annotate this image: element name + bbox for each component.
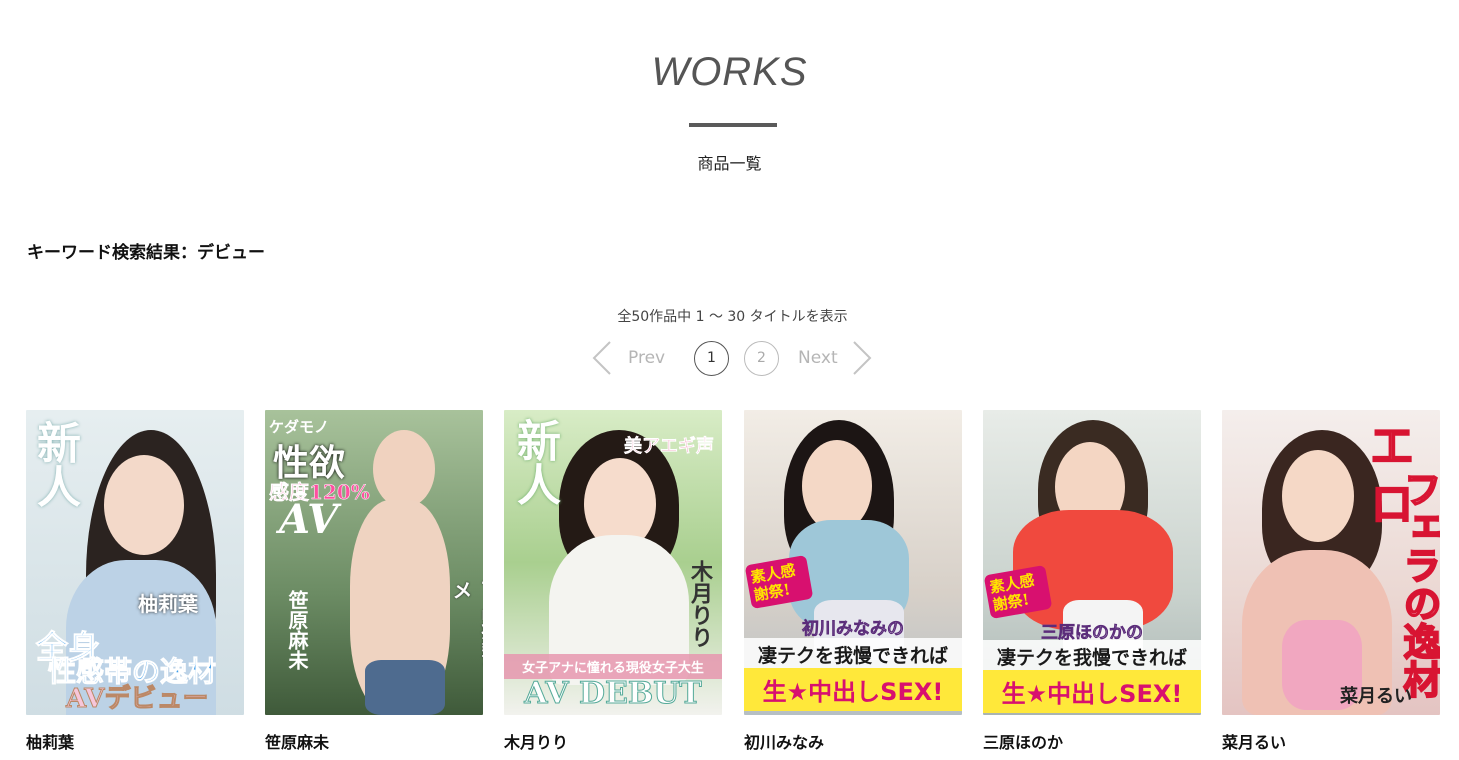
work-card[interactable]: 素人感謝祭! 初川みなみの 凄テクを我慢できれば 生★中出しSEX! 初川みなみ: [744, 410, 962, 753]
chevron-left-icon[interactable]: [590, 340, 614, 376]
title-underline: [689, 123, 777, 127]
pagination: Prev 1 2 Next: [0, 340, 1459, 378]
work-cover-image[interactable]: 工口 フェラの逸材 菜月るい: [1222, 410, 1440, 715]
page-link-1[interactable]: 1: [694, 341, 729, 376]
work-card[interactable]: 素人感謝祭! 三原ほのかの 凄テクを我慢できれば 生★中出しSEX! 三原ほのか: [983, 410, 1201, 753]
search-result-heading: キーワード検索結果：デビュー: [27, 243, 265, 263]
chevron-right-icon[interactable]: [850, 340, 874, 376]
work-card[interactable]: 新人 柚莉葉 全身 性感帯の逸材 AVデビュー 柚莉葉: [26, 410, 244, 753]
work-card[interactable]: 新人 美アエギ声 木月りり 女子アナに憧れる現役女子大生 AV DEBUT 木月…: [504, 410, 722, 753]
page-title: WORKS: [651, 50, 808, 94]
work-title[interactable]: 初川みなみ: [744, 729, 962, 753]
work-title[interactable]: 木月りり: [504, 729, 722, 753]
work-card[interactable]: 工口 フェラの逸材 菜月るい 菜月るい: [1222, 410, 1440, 753]
page-subtitle: 商品一覧: [697, 154, 762, 173]
page-link-2[interactable]: 2: [744, 341, 779, 376]
work-cover-image[interactable]: 新人 美アエギ声 木月りり 女子アナに憧れる現役女子大生 AV DEBUT: [504, 410, 722, 715]
work-cover-image[interactable]: 素人感謝祭! 三原ほのかの 凄テクを我慢できれば 生★中出しSEX!: [983, 410, 1201, 715]
work-title[interactable]: 柚莉葉: [26, 729, 244, 753]
work-title[interactable]: 三原ほのか: [983, 729, 1201, 753]
work-title[interactable]: 笹原麻未: [265, 729, 483, 753]
works-grid: 新人 柚莉葉 全身 性感帯の逸材 AVデビュー 柚莉葉 ケダモノ 性欲 感度12…: [0, 410, 1459, 760]
work-card[interactable]: ケダモノ 性欲 感度120% AV 笹原麻未 下品痙攣アクメ 笹原麻未: [265, 410, 483, 753]
work-cover-image[interactable]: 新人 柚莉葉 全身 性感帯の逸材 AVデビュー: [26, 410, 244, 715]
next-link[interactable]: Next: [798, 348, 838, 368]
work-cover-image[interactable]: ケダモノ 性欲 感度120% AV 笹原麻未 下品痙攣アクメ: [265, 410, 483, 715]
work-cover-image[interactable]: 素人感謝祭! 初川みなみの 凄テクを我慢できれば 生★中出しSEX!: [744, 410, 962, 715]
result-count: 全50作品中 1 〜 30 タイトルを表示: [617, 309, 848, 325]
work-title[interactable]: 菜月るい: [1222, 729, 1440, 753]
prev-link[interactable]: Prev: [628, 348, 665, 368]
